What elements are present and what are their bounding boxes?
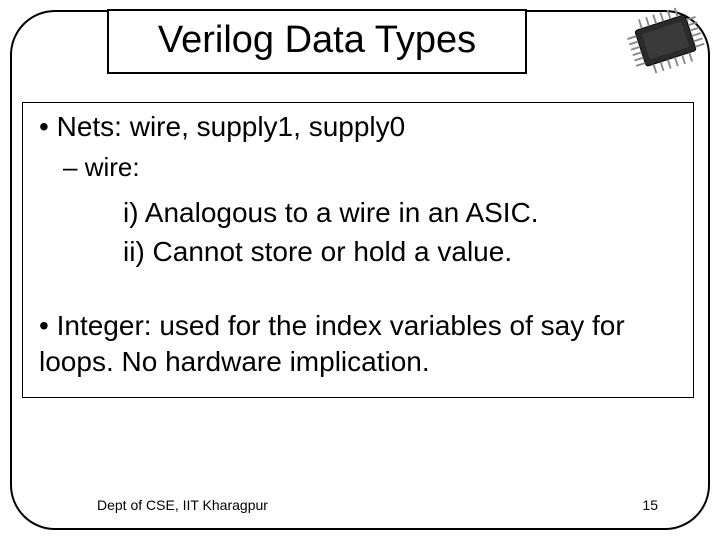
title-box: Verilog Data Types [107,9,527,74]
spacer [31,272,685,308]
slide-title: Verilog Data Types [158,19,476,61]
chip-icon [621,4,716,84]
footer-dept: Dept of CSE, IIT Kharagpur [97,497,268,513]
bullet-wire-i: i) Analogous to a wire in an ASIC. [31,195,685,231]
slide-frame: Verilog Data Types [10,10,710,530]
bullet-integer: Integer: used for the index variables of… [31,308,685,381]
bullet-nets: Nets: wire, supply1, supply0 [31,109,685,145]
page-number: 15 [642,497,658,513]
content-box: Nets: wire, supply1, supply0 wire: i) An… [22,102,694,398]
bullet-wire-ii: ii) Cannot store or hold a value. [31,234,685,270]
bullet-wire: wire: [31,151,685,185]
